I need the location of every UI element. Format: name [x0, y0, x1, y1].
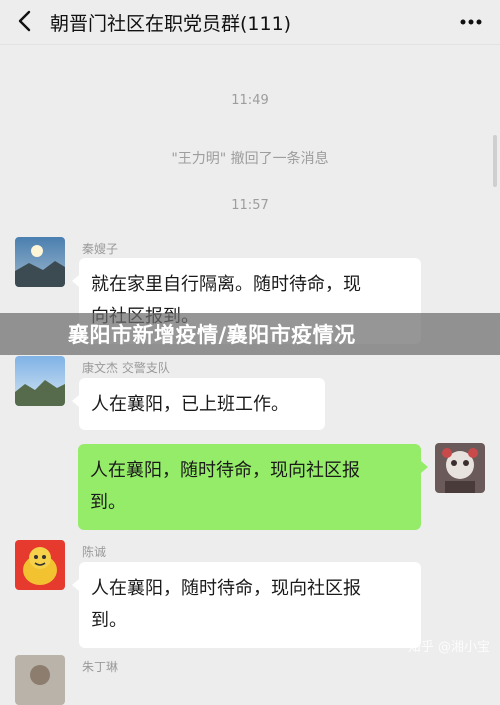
chevron-left-icon[interactable] [14, 9, 36, 33]
message-text: 人在襄阳，已上班工作。 [91, 394, 289, 415]
message-text: 人在襄阳，随时待命，现向社区报 [91, 578, 361, 599]
avatar-image [435, 443, 485, 493]
sender-name: 秦嫂子 [82, 242, 119, 256]
chat-header: 朝晋门社区在职党员群(111) [0, 0, 500, 45]
recall-notice: "王力明" 撤回了一条消息 [171, 151, 329, 167]
sender-name: 康文杰 交警支队 [82, 361, 170, 375]
message-bubble[interactable]: 人在襄阳，已上班工作。 [72, 378, 325, 430]
message-text: 人在襄阳，随时待命，现向社区报 [90, 460, 360, 481]
watermark: 知乎 @湘小宝 [407, 640, 490, 655]
message-bubble-own[interactable]: 人在襄阳，随时待命，现向社区报 到。 [78, 444, 428, 530]
avatar[interactable] [15, 540, 65, 590]
sender-name: 陈诚 [82, 545, 107, 559]
avatar-image [15, 237, 65, 287]
avatar[interactable] [15, 237, 65, 287]
message-bubble[interactable]: 人在襄阳，随时待命，现向社区报 到。 [72, 562, 421, 648]
timestamp: 11:49 [231, 93, 269, 108]
more-dots-icon[interactable] [460, 19, 482, 25]
message-text: 就在家里自行隔离。随时待命，现 [91, 274, 361, 295]
headline-banner: 襄阳市新增疫情/襄阳市疫情况 [0, 313, 500, 355]
avatar-image [15, 655, 65, 705]
message-text: 到。 [91, 610, 127, 631]
avatar-image [15, 540, 65, 590]
timestamp: 11:57 [231, 198, 269, 213]
avatar[interactable] [15, 356, 65, 406]
avatar[interactable] [15, 655, 65, 705]
chat-title: 朝晋门社区在职党员群(111) [50, 13, 292, 35]
message-text: 到。 [90, 492, 126, 513]
avatar-image [15, 356, 65, 406]
own-avatar[interactable] [435, 443, 485, 493]
headline-text: 襄阳市新增疫情/襄阳市疫情况 [68, 323, 356, 347]
